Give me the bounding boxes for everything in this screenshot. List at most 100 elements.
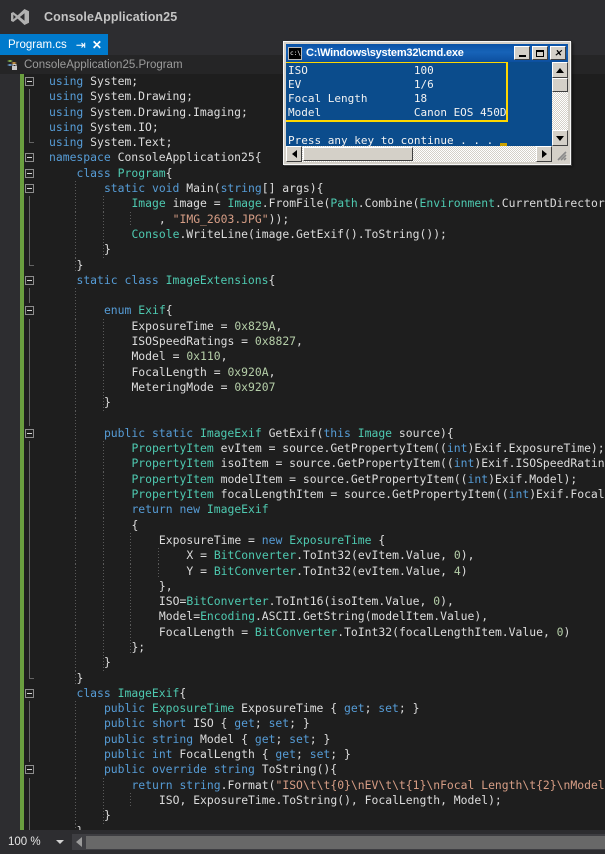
- scroll-up-icon[interactable]: [552, 62, 568, 78]
- close-icon[interactable]: ✕: [550, 46, 566, 60]
- console-line: Model Canon EOS 450D: [288, 106, 507, 119]
- code-editor[interactable]: using System; using System.Drawing; using …: [0, 74, 605, 830]
- code-line[interactable]: }: [24, 242, 605, 258]
- outline-line: [29, 731, 30, 748]
- minimize-icon[interactable]: [514, 46, 530, 60]
- code-line[interactable]: [24, 410, 605, 426]
- code-text: ExposureTime = new ExposureTime {: [158, 532, 386, 547]
- app-title: ConsoleApplication25: [44, 10, 178, 24]
- cmd-icon: [288, 46, 302, 60]
- tab-program-cs[interactable]: Program.cs ⇥ ✕: [0, 34, 108, 55]
- pin-icon[interactable]: ⇥: [76, 39, 86, 51]
- code-line[interactable]: return string.Format("ISO\t\t{0}\nEV\t\t…: [24, 777, 605, 793]
- code-line[interactable]: , "IMG_2603.JPG"));: [24, 211, 605, 227]
- code-line[interactable]: ISO, ExposureTime.ToString(), FocalLengt…: [24, 792, 605, 809]
- collapse-icon[interactable]: [25, 168, 34, 178]
- code-line[interactable]: public int FocalLength { get; set; }: [24, 747, 605, 763]
- code-line[interactable]: }: [24, 257, 605, 273]
- code-line[interactable]: enum Exif{: [24, 303, 605, 319]
- code-line[interactable]: X = BitConverter.ToInt32(evItem.Value, 0…: [24, 548, 605, 564]
- resize-grip[interactable]: [552, 146, 568, 162]
- console-title: C:\Windows\system32\cmd.exe: [306, 47, 464, 59]
- code-line[interactable]: public static ImageExif GetExif(this Ima…: [24, 425, 605, 442]
- code-line[interactable]: public string Model { get; set; }: [24, 731, 605, 748]
- vertical-scroll-thumb[interactable]: [552, 78, 568, 92]
- horizontal-scroll-thumb[interactable]: [86, 835, 605, 849]
- code-line[interactable]: static class ImageExtensions{: [24, 273, 605, 288]
- code-line[interactable]: }: [24, 655, 605, 671]
- code-line[interactable]: FocalLength = BitConverter.ToInt32(focal…: [24, 624, 605, 640]
- code-line[interactable]: FocalLength = 0x920A,: [24, 364, 605, 380]
- code-line[interactable]: MeteringMode = 0x9207: [24, 379, 605, 396]
- collapse-icon[interactable]: [25, 77, 34, 86]
- outline-line: [29, 655, 30, 671]
- outline-line: [29, 89, 30, 105]
- code-line[interactable]: PropertyItem focalLengthItem = source.Ge…: [24, 487, 605, 503]
- console-vertical-scrollbar[interactable]: [552, 62, 568, 146]
- zoom-control[interactable]: 100 %: [0, 830, 72, 854]
- outline-line: [29, 532, 30, 549]
- collapse-icon[interactable]: [25, 428, 34, 438]
- outline-line: [29, 548, 30, 564]
- code-line[interactable]: [24, 288, 605, 304]
- code-line[interactable]: ISOSpeedRatings = 0x8827,: [24, 334, 605, 350]
- scroll-right-icon[interactable]: [536, 146, 552, 162]
- code-line[interactable]: {: [24, 517, 605, 533]
- code-line[interactable]: ExposureTime = new ExposureTime {: [24, 532, 605, 549]
- console-output[interactable]: ISO 100 EV 1/6 Focal Length 18 Model Canon …: [286, 62, 552, 146]
- outline-line: [29, 395, 30, 411]
- code-line[interactable]: Y = BitConverter.ToInt32(evItem.Value, 4…: [24, 563, 605, 579]
- code-line[interactable]: ISO=BitConverter.ToInt16(isoItem.Value, …: [24, 594, 605, 610]
- outline-line: [29, 456, 30, 472]
- code-line[interactable]: }: [24, 395, 605, 411]
- outline-line: [29, 747, 30, 763]
- command-prompt-window[interactable]: C:\Windows\system32\cmd.exe ✕ ISO 100EV …: [283, 41, 571, 165]
- collapse-icon[interactable]: [25, 184, 34, 194]
- code-line[interactable]: }: [24, 808, 605, 824]
- outline-line: [29, 211, 30, 227]
- scroll-left-icon[interactable]: [76, 837, 82, 847]
- console-title-bar[interactable]: C:\Windows\system32\cmd.exe ✕: [286, 44, 568, 62]
- code-line[interactable]: PropertyItem modelItem = source.GetPrope…: [24, 471, 605, 488]
- horizontal-scroll-thumb[interactable]: [303, 147, 413, 161]
- code-line[interactable]: static void Main(string[] args){: [24, 181, 605, 197]
- horizontal-scrollbar[interactable]: [72, 834, 605, 850]
- code-line[interactable]: PropertyItem evItem = source.GetProperty…: [24, 441, 605, 457]
- code-line[interactable]: class Program{: [24, 166, 605, 181]
- code-line[interactable]: class ImageExif{: [24, 686, 605, 701]
- collapse-icon[interactable]: [25, 306, 34, 316]
- code-line[interactable]: },: [24, 578, 605, 595]
- code-text: public ExposureTime ExposureTime { get; …: [103, 701, 420, 716]
- code-line[interactable]: ExposureTime = 0x829A,: [24, 318, 605, 335]
- console-horizontal-scrollbar[interactable]: [286, 146, 552, 162]
- code-text: namespace ConsoleApplication25{: [49, 150, 262, 165]
- outline-line: [29, 318, 30, 335]
- collapse-icon[interactable]: [25, 765, 34, 775]
- collapse-icon[interactable]: [25, 275, 34, 285]
- code-line[interactable]: Model = 0x110,: [24, 349, 605, 365]
- code-lines[interactable]: using System; using System.Drawing; using …: [24, 74, 605, 830]
- code-line[interactable]: };: [24, 639, 605, 656]
- code-line[interactable]: Console.WriteLine(image.GetExif().ToStri…: [24, 226, 605, 243]
- collapse-icon[interactable]: [25, 688, 34, 698]
- code-text: using System.IO;: [49, 119, 159, 134]
- chevron-down-icon[interactable]: [56, 840, 64, 844]
- scroll-left-icon[interactable]: [286, 146, 302, 162]
- code-line[interactable]: }: [24, 670, 605, 686]
- close-icon[interactable]: ✕: [92, 39, 102, 51]
- maximize-icon[interactable]: [532, 46, 548, 60]
- class-members-icon: [5, 58, 19, 72]
- collapse-icon[interactable]: [25, 153, 34, 163]
- outline-line: [29, 624, 30, 640]
- code-text: public string Model { get; set; }: [103, 731, 331, 746]
- code-line[interactable]: public ExposureTime ExposureTime { get; …: [24, 701, 605, 717]
- code-line[interactable]: PropertyItem isoItem = source.GetPropert…: [24, 456, 605, 472]
- code-line[interactable]: public override string ToString(){: [24, 762, 605, 778]
- code-line[interactable]: return new ImageExif: [24, 502, 605, 518]
- outlining-margin[interactable]: [0, 74, 20, 830]
- code-line[interactable]: Image image = Image.FromFile(Path.Combin…: [24, 196, 605, 212]
- scroll-down-icon[interactable]: [552, 130, 568, 146]
- outline-end: [29, 257, 34, 266]
- code-line[interactable]: public short ISO { get; set; }: [24, 716, 605, 732]
- code-line[interactable]: Model=Encoding.ASCII.GetString(modelItem…: [24, 609, 605, 625]
